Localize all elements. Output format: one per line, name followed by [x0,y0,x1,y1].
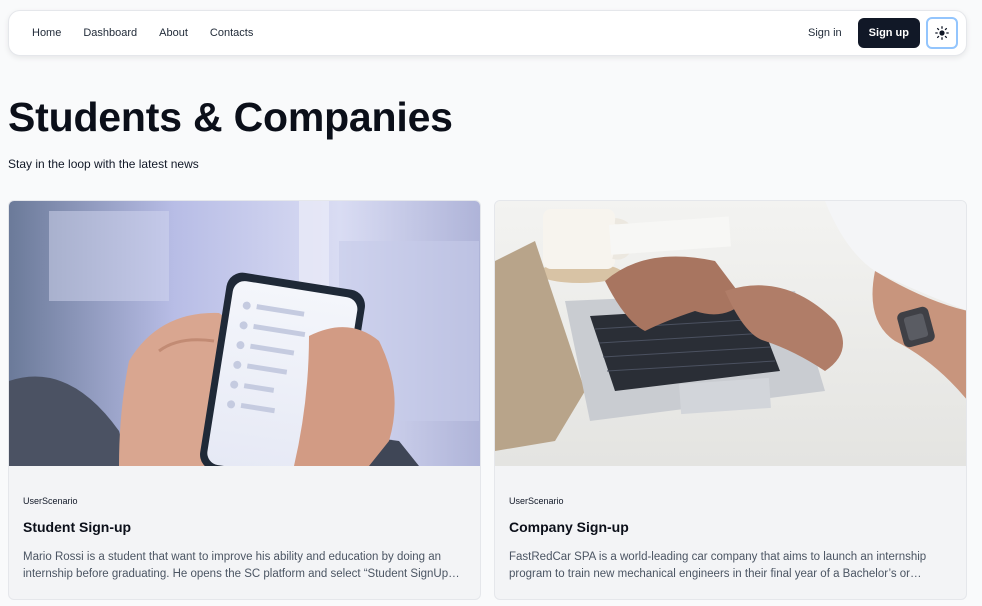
sign-in-link[interactable]: Sign in [798,21,852,45]
card-title: Company Sign-up [509,519,629,535]
top-navbar: Home Dashboard About Contacts Sign in Si… [8,10,967,56]
card-image-laptop [495,201,966,466]
card-image-phone [9,201,480,466]
card-description: FastRedCar SPA is a world-leading car co… [509,551,927,580]
page-title: Students & Companies [8,94,453,140]
card-tag: UserScenario [23,496,78,506]
card-tag: UserScenario [509,496,564,506]
page-subtitle: Stay in the loop with the latest news [8,157,199,171]
card-description: Mario Rossi is a student that want to im… [23,551,460,580]
card-title: Student Sign-up [23,519,132,535]
nav-actions: Sign in Sign up [798,17,958,49]
sun-icon [935,26,949,40]
nav-link-home[interactable]: Home [21,21,72,45]
theme-toggle-button[interactable] [926,17,958,49]
scenario-card-student[interactable]: UserScenario Student Sign-up Mario Rossi… [8,200,481,600]
nav-link-contacts[interactable]: Contacts [199,21,264,45]
scenario-card-company[interactable]: UserScenario Company Sign-up FastRedCar … [494,200,967,600]
nav-links: Home Dashboard About Contacts [21,21,264,45]
sign-up-button[interactable]: Sign up [857,18,920,48]
nav-link-about[interactable]: About [148,21,199,45]
nav-link-dashboard[interactable]: Dashboard [72,21,148,45]
